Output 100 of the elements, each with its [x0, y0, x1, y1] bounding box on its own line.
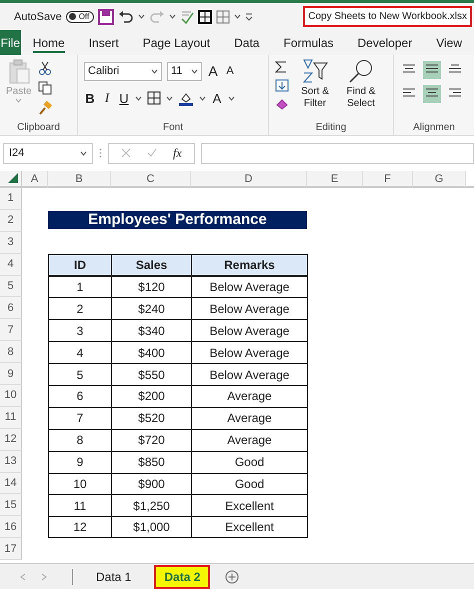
- middle-align-icon[interactable]: [423, 61, 441, 79]
- ribbon-tab[interactable]: Insert: [76, 30, 131, 55]
- sheet-tab[interactable]: Data 2: [154, 565, 210, 589]
- column-header[interactable]: E: [307, 171, 363, 188]
- row-header[interactable]: 14: [0, 472, 22, 494]
- table-cell: Below Average: [191, 276, 307, 298]
- row-header[interactable]: 2: [0, 210, 22, 232]
- sheet-tab[interactable]: Data 1: [88, 567, 140, 587]
- border-icon[interactable]: [147, 91, 161, 105]
- ribbon-tab[interactable]: Home: [20, 30, 77, 55]
- ribbon-tab[interactable]: Page Layout: [130, 30, 222, 55]
- row-header[interactable]: 1: [0, 188, 22, 210]
- fill-color-icon[interactable]: [178, 90, 194, 106]
- font-size-field[interactable]: 11: [167, 62, 202, 80]
- underline-button[interactable]: U: [118, 90, 130, 106]
- caret-icon[interactable]: [169, 14, 176, 19]
- sum-icon[interactable]: [275, 61, 287, 73]
- row-header[interactable]: 17: [0, 538, 22, 560]
- row-header[interactable]: 12: [0, 428, 22, 451]
- bold-button[interactable]: B: [84, 90, 96, 106]
- caret-icon[interactable]: [234, 14, 242, 19]
- file-tab[interactable]: File: [0, 30, 21, 55]
- center-icon[interactable]: [423, 85, 441, 103]
- row-header[interactable]: 16: [0, 516, 22, 538]
- caret-icon[interactable]: [199, 96, 206, 100]
- customize-icon[interactable]: [245, 12, 254, 20]
- table-cell: 3: [48, 319, 111, 342]
- cut-icon[interactable]: [38, 61, 52, 75]
- caret-icon[interactable]: [166, 96, 173, 100]
- select-all-icon[interactable]: [8, 173, 18, 183]
- column-header[interactable]: C: [111, 171, 191, 188]
- caret-icon: [80, 150, 87, 156]
- column-header[interactable]: B: [48, 171, 111, 188]
- eraser-icon[interactable]: [275, 98, 289, 110]
- window-title: Copy Sheets to New Workbook.xlsx: [303, 6, 472, 27]
- ribbon-tab[interactable]: Data: [222, 30, 272, 55]
- sort-filter-button[interactable]: Sort & Filter: [295, 59, 335, 110]
- table-cell: $850: [111, 450, 191, 473]
- table-cell: 2: [48, 297, 111, 320]
- ribbon-tab[interactable]: View: [424, 30, 474, 55]
- row-header[interactable]: 15: [0, 494, 22, 516]
- column-header[interactable]: A: [22, 171, 48, 188]
- table-cell: Average: [191, 428, 307, 451]
- undo-icon[interactable]: [118, 10, 134, 24]
- name-box[interactable]: I24: [3, 142, 93, 164]
- insert-function-button[interactable]: fx: [173, 146, 182, 160]
- formula-input[interactable]: [201, 142, 474, 164]
- table-cell: $550: [111, 363, 191, 386]
- table-cell: $400: [111, 341, 191, 364]
- fill-down-icon[interactable]: [275, 79, 289, 92]
- format-painter-icon[interactable]: [38, 101, 52, 115]
- copy-icon[interactable]: [38, 81, 52, 95]
- autosave-toggle[interactable]: Off: [66, 10, 94, 22]
- add-sheet-icon[interactable]: [225, 570, 240, 584]
- save-icon[interactable]: [98, 8, 114, 24]
- sort-filter-icon: [302, 59, 328, 83]
- border-icon[interactable]: [198, 10, 212, 24]
- table-cell: Below Average: [191, 341, 307, 364]
- table-cell: Below Average: [191, 297, 307, 320]
- row-header[interactable]: 5: [0, 276, 22, 298]
- find-select-button[interactable]: Find & Select: [341, 59, 381, 110]
- decrease-font-button[interactable]: A: [224, 65, 236, 77]
- table-cell: $340: [111, 319, 191, 342]
- table-cell: $200: [111, 385, 191, 407]
- row-header[interactable]: 13: [0, 450, 22, 473]
- row-header[interactable]: 11: [0, 406, 22, 429]
- caret-icon[interactable]: [228, 96, 235, 100]
- column-header[interactable]: G: [413, 171, 466, 188]
- table-cell: $240: [111, 297, 191, 320]
- increase-font-button[interactable]: A: [207, 63, 219, 79]
- group-label: Clipboard: [16, 122, 61, 133]
- row-header[interactable]: 10: [0, 385, 22, 407]
- caret-icon[interactable]: [135, 96, 142, 100]
- table-cell: 9: [48, 450, 111, 473]
- italic-button[interactable]: I: [101, 90, 113, 106]
- caret-icon[interactable]: [138, 14, 146, 19]
- ribbon-tab[interactable]: Formulas: [271, 30, 346, 55]
- ribbon-tab[interactable]: Developer: [346, 30, 424, 55]
- font-color-button[interactable]: A: [211, 90, 223, 106]
- row-header[interactable]: 7: [0, 319, 22, 342]
- grid-icon[interactable]: [216, 10, 230, 24]
- table-cell: $120: [111, 276, 191, 298]
- caret-icon: [15, 98, 22, 103]
- row-header[interactable]: 9: [0, 363, 22, 386]
- row-header[interactable]: 4: [0, 254, 22, 276]
- column-header[interactable]: D: [191, 171, 307, 188]
- sheet-title: Employees' Performance: [48, 210, 307, 229]
- table-cell: $520: [111, 406, 191, 429]
- spelling-check-icon[interactable]: [180, 10, 194, 24]
- row-header[interactable]: 3: [0, 232, 22, 254]
- font-name-field[interactable]: Calibri: [84, 62, 162, 80]
- row-header[interactable]: 6: [0, 297, 22, 320]
- more-icon: [99, 148, 102, 158]
- table-cell: $1,000: [111, 516, 191, 538]
- search-icon: [348, 59, 374, 83]
- column-header[interactable]: F: [363, 171, 413, 188]
- caret-icon: [151, 68, 158, 74]
- table-cell: 7: [48, 406, 111, 429]
- table-cell: Average: [191, 385, 307, 407]
- row-header[interactable]: 8: [0, 341, 22, 364]
